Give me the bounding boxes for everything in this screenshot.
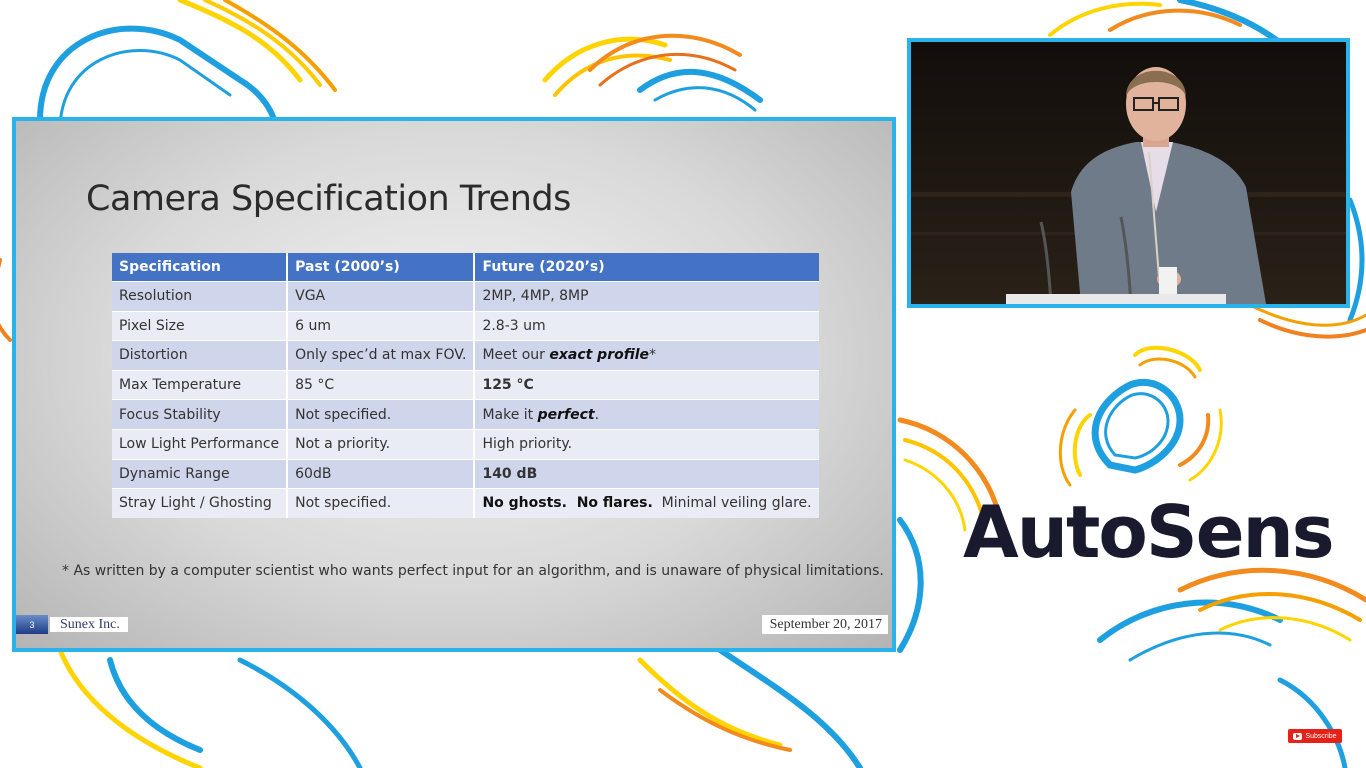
table-cell: 2MP, 4MP, 8MP <box>474 281 819 312</box>
table-cell: 60dB <box>287 458 476 489</box>
presentation-slide: Camera Specification Trends Specificatio… <box>12 117 896 652</box>
speaker-image <box>911 42 1346 304</box>
cell-text: Minimal veiling glare. <box>652 495 812 512</box>
table-cell: Max Temperature <box>112 369 289 400</box>
slide-footnote: * As written by a computer scientist who… <box>62 563 884 579</box>
table-row: Dynamic Range 60dB 140 dB <box>112 458 819 489</box>
page-number: 3 <box>16 615 48 634</box>
brand-name: AutoSens <box>963 490 1335 574</box>
table-cell-highlight: 125 °C <box>474 369 819 400</box>
table-cell: 6 um <box>287 310 476 341</box>
specification-table: Specification Past (2000’s) Future (2020… <box>112 253 819 518</box>
cell-emphasis: perfect <box>537 406 595 423</box>
table-cell: 2.8-3 um <box>474 310 819 341</box>
column-header: Future (2020’s) <box>474 253 819 282</box>
table-cell: Distortion <box>112 340 289 371</box>
table-cell: Make it perfect. <box>474 399 819 430</box>
cell-text: Meet our <box>482 347 550 364</box>
cell-text: Make it <box>482 406 538 423</box>
table-row: Focus Stability Not specified. Make it p… <box>112 399 819 430</box>
table-cell: Resolution <box>112 281 289 312</box>
table-row: Pixel Size 6 um 2.8-3 um <box>112 310 819 341</box>
column-header: Specification <box>112 253 289 282</box>
table-cell: High priority. <box>474 428 819 460</box>
subscribe-button[interactable]: Subscribe <box>1288 729 1342 743</box>
table-cell: No ghosts. No flares. Minimal veiling gl… <box>474 488 819 518</box>
youtube-icon <box>1293 732 1303 740</box>
speaker-video <box>907 38 1350 308</box>
table-cell: 85 °C <box>287 369 476 400</box>
table-cell: Not a priority. <box>287 428 476 460</box>
cell-text: * <box>649 347 657 364</box>
table-cell: 140 dB <box>474 458 819 489</box>
table-cell: Stray Light / Ghosting <box>112 488 289 518</box>
column-header: Past (2000’s) <box>287 253 476 282</box>
table-row: Low Light Performance Not a priority. Hi… <box>112 428 819 460</box>
cell-text: . <box>594 406 600 423</box>
table-header-row: Specification Past (2000’s) Future (2020… <box>112 253 819 282</box>
table-row: Resolution VGA 2MP, 4MP, 8MP <box>112 281 819 312</box>
table-cell: VGA <box>287 281 476 312</box>
table-cell: Meet our exact profile* <box>474 340 819 371</box>
table-row: Distortion Only spec’d at max FOV. Meet … <box>112 340 819 371</box>
slide-title: Camera Specification Trends <box>86 179 571 219</box>
table-cell: Not specified. <box>287 399 476 430</box>
subscribe-label: Subscribe <box>1305 732 1337 740</box>
table-cell: Not specified. <box>287 488 476 518</box>
company-name: Sunex Inc. <box>50 617 128 632</box>
table-row: Stray Light / Ghosting Not specified. No… <box>112 488 819 518</box>
cell-emphasis: exact profile <box>549 347 650 364</box>
slide-footer: 3 Sunex Inc. <box>16 615 128 634</box>
table-cell: Pixel Size <box>112 310 289 341</box>
table-cell: Focus Stability <box>112 399 289 430</box>
cell-emphasis: No ghosts. No flares. <box>482 495 653 512</box>
table-row: Max Temperature 85 °C 125 °C <box>112 369 819 400</box>
table-cell: Only spec’d at max FOV. <box>287 340 476 371</box>
table-cell: Dynamic Range <box>112 458 289 489</box>
table-cell: Low Light Performance <box>112 428 289 460</box>
slide-date: September 20, 2017 <box>761 615 888 634</box>
